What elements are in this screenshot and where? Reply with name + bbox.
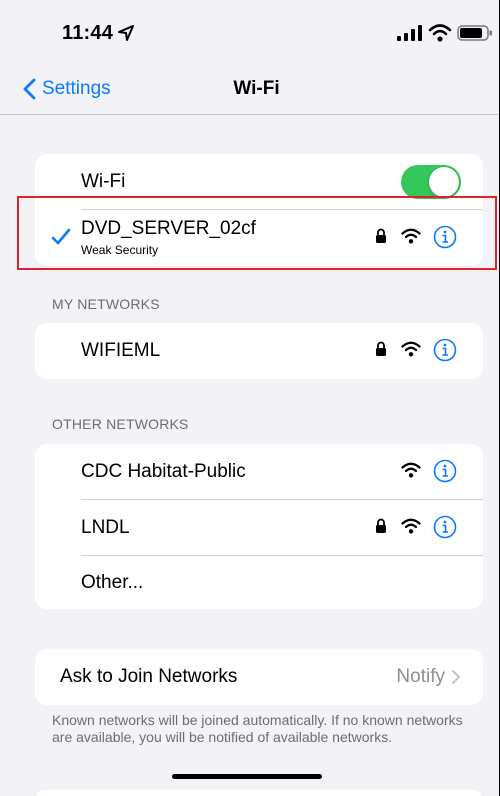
wifi-toggle-row: Wi-Fi (35, 154, 483, 210)
navigation-bar: Settings Wi-Fi (0, 66, 499, 110)
wifi-signal-icon (401, 341, 421, 357)
other-network-row[interactable]: Other... (35, 556, 483, 609)
info-icon[interactable] (433, 459, 457, 483)
other-networks-header: OTHER NETWORKS (52, 416, 189, 432)
ask-to-join-label: Ask to Join Networks (60, 666, 238, 687)
info-icon[interactable] (433, 338, 457, 362)
toggle-knob (429, 167, 459, 197)
connected-network-security: Weak Security (81, 243, 159, 257)
info-icon[interactable] (433, 515, 457, 539)
page-title: Wi-Fi (233, 78, 280, 99)
network-row-wifieml[interactable]: WIFIEML (35, 323, 483, 379)
network-row-lndl[interactable]: LNDL (35, 500, 483, 556)
ask-to-join-row[interactable]: Ask to Join Networks Notify (35, 649, 483, 705)
connected-network-row[interactable]: DVD_SERVER_02cf Weak Security (35, 210, 483, 266)
status-time: 11:44 (62, 22, 114, 44)
lock-icon (376, 341, 386, 356)
network-name: LNDL (81, 517, 130, 538)
nav-divider (0, 114, 499, 115)
info-icon[interactable] (433, 225, 457, 249)
wifi-signal-icon (401, 462, 421, 478)
signal-icon (397, 25, 422, 41)
wifi-toggle[interactable] (401, 165, 461, 199)
next-group (35, 790, 483, 796)
my-networks-group: WIFIEML (35, 323, 483, 379)
ask-to-join-value: Notify (396, 666, 445, 687)
ask-to-join-description: Known networks will be joined automatica… (52, 712, 463, 745)
my-networks-header: MY NETWORKS (52, 296, 160, 312)
home-indicator (172, 774, 322, 779)
status-bar: 11:44 (0, 0, 499, 60)
wifi-status-icon (428, 24, 452, 42)
wifi-signal-icon (401, 518, 421, 534)
lock-icon (376, 518, 386, 533)
network-name: CDC Habitat-Public (81, 461, 246, 482)
phone-screen: 11:44 Settings Wi-Fi Wi-Fi DVD_SERVER_02… (0, 0, 500, 796)
wifi-signal-icon (401, 228, 421, 244)
wifi-group: Wi-Fi DVD_SERVER_02cf Weak Security (35, 154, 483, 266)
network-name: WIFIEML (81, 340, 161, 361)
network-row-cdc-habitat[interactable]: CDC Habitat-Public (35, 444, 483, 500)
connected-network-name: DVD_SERVER_02cf (81, 218, 256, 239)
lock-icon (376, 228, 386, 243)
other-networks-group: CDC Habitat-Public LNDL Other... (35, 444, 483, 609)
ask-to-join-group: Ask to Join Networks Notify (35, 649, 483, 705)
location-arrow-icon (118, 25, 134, 41)
checkmark-icon (51, 228, 71, 245)
other-network-label: Other... (81, 572, 144, 593)
wifi-toggle-label: Wi-Fi (81, 171, 126, 192)
battery-icon (457, 25, 492, 41)
chevron-right-icon (452, 670, 460, 684)
